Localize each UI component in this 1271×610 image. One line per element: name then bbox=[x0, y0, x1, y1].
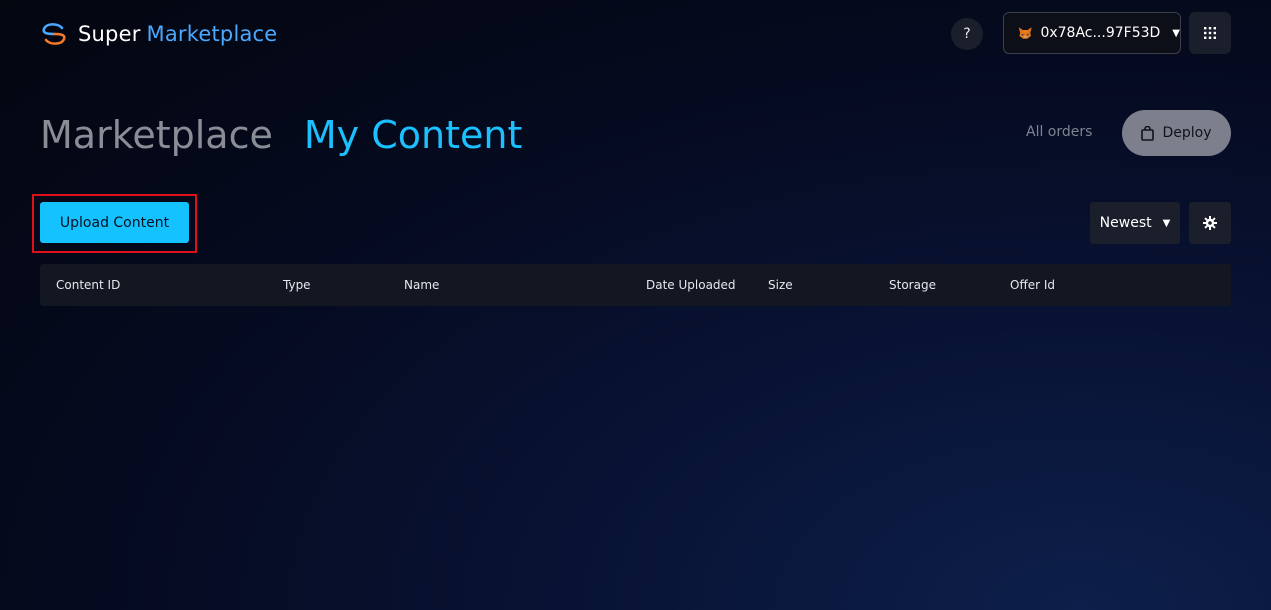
table-settings-button[interactable] bbox=[1189, 202, 1231, 244]
metamask-fox-icon bbox=[1018, 27, 1032, 39]
all-orders-link[interactable]: All orders bbox=[1026, 124, 1092, 140]
deploy-label: Deploy bbox=[1162, 125, 1212, 141]
content-table-header: Content ID Type Name Date Uploaded Size … bbox=[40, 264, 1231, 306]
sort-dropdown[interactable]: Newest ▼ bbox=[1090, 202, 1180, 244]
column-header-date-uploaded[interactable]: Date Uploaded bbox=[646, 264, 736, 306]
deploy-button[interactable]: Deploy bbox=[1122, 110, 1231, 156]
tab-marketplace[interactable]: Marketplace bbox=[40, 108, 273, 162]
logo-mark-icon bbox=[42, 23, 66, 45]
apps-menu-button[interactable] bbox=[1189, 12, 1231, 54]
logo[interactable]: Super Marketplace bbox=[40, 20, 277, 48]
caret-down-icon: ▼ bbox=[1162, 217, 1171, 229]
grid-icon bbox=[1204, 27, 1216, 39]
column-header-storage[interactable]: Storage bbox=[889, 264, 936, 306]
column-header-type[interactable]: Type bbox=[283, 264, 311, 306]
logo-word-super: Super bbox=[78, 22, 141, 46]
help-button[interactable]: ? bbox=[951, 18, 983, 50]
tab-my-content[interactable]: My Content bbox=[304, 108, 522, 162]
column-header-offer-id[interactable]: Offer Id bbox=[1010, 264, 1055, 306]
gear-icon bbox=[1203, 216, 1217, 230]
top-header: Super Marketplace ? 0x78Ac...97F53D ▼ bbox=[0, 0, 1271, 66]
sort-label: Newest bbox=[1099, 215, 1152, 231]
column-header-content-id[interactable]: Content ID bbox=[56, 264, 120, 306]
wallet-address: 0x78Ac...97F53D bbox=[1040, 25, 1161, 41]
logo-word-marketplace: Marketplace bbox=[146, 22, 278, 46]
column-header-name[interactable]: Name bbox=[404, 264, 439, 306]
logo-text: Super Marketplace bbox=[78, 22, 277, 46]
wallet-button[interactable]: 0x78Ac...97F53D ▼ bbox=[1003, 12, 1181, 54]
upload-content-button[interactable]: Upload Content bbox=[40, 202, 189, 243]
caret-down-icon: ▼ bbox=[1172, 27, 1180, 39]
page-tabs: Marketplace My Content bbox=[40, 108, 522, 162]
column-header-size[interactable]: Size bbox=[768, 264, 793, 306]
bag-icon bbox=[1141, 125, 1155, 141]
